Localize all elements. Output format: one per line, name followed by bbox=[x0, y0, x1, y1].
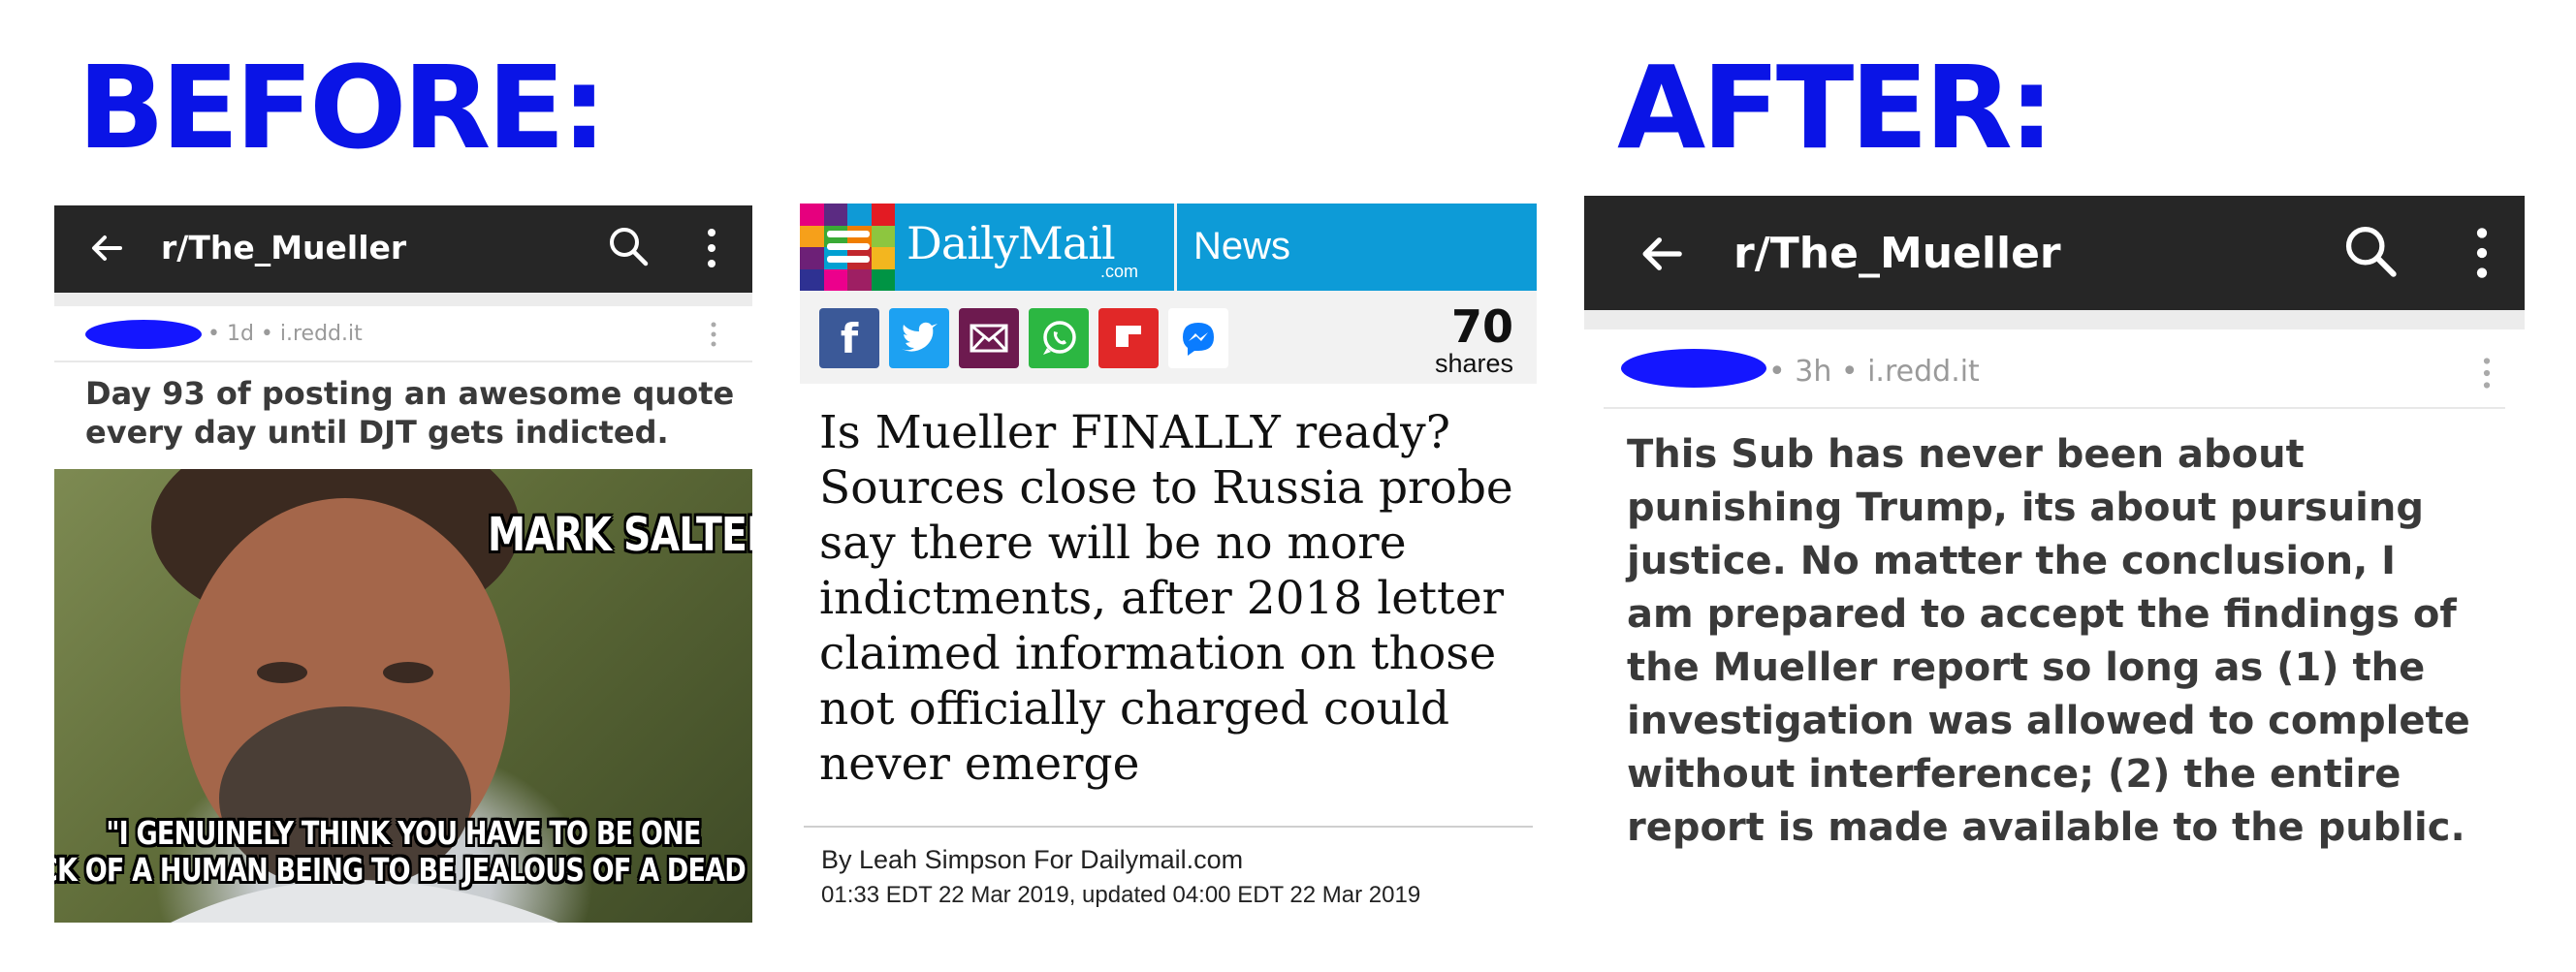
headline-line: not officially charged could bbox=[819, 682, 1450, 736]
headline-line: Sources close to Russia probe bbox=[819, 461, 1513, 515]
post-body-line: the Mueller report so long as (1) the bbox=[1627, 645, 2426, 690]
before-reddit-post: r/The_Mueller • 1d • i.redd.it Day 93 of… bbox=[54, 205, 752, 923]
dailymail-header: DailyMail .com News bbox=[800, 204, 1537, 291]
post-meta: • 1d • i.redd.it bbox=[207, 322, 363, 346]
headline-line: never emerge bbox=[819, 737, 1140, 791]
article-timestamp: 01:33 EDT 22 Mar 2019, updated 04:00 EDT… bbox=[821, 882, 1421, 908]
section-title[interactable]: News bbox=[1193, 225, 1290, 268]
hamburger-menu-icon[interactable] bbox=[827, 229, 870, 266]
meme-image[interactable]: MARK SALTER "I GENUINELY THINK YOU HAVE … bbox=[54, 469, 752, 923]
before-heading: BEFORE: bbox=[78, 41, 607, 174]
headline-line: Is Mueller FINALLY ready? bbox=[819, 406, 1450, 459]
flipboard-icon[interactable] bbox=[1098, 308, 1159, 368]
headline-line: claimed information on those bbox=[819, 627, 1497, 680]
post-body-line: without interference; (2) the entire bbox=[1627, 752, 2401, 797]
post-body-line: report is made available to the public. bbox=[1627, 805, 2465, 850]
header-divider bbox=[1174, 204, 1177, 291]
post-body-line: This Sub has never been about bbox=[1627, 432, 2305, 477]
dailymail-logo-suffix: .com bbox=[1100, 262, 1139, 281]
whatsapp-icon[interactable] bbox=[1029, 308, 1089, 368]
back-arrow-icon[interactable] bbox=[1637, 229, 1687, 279]
dailymail-article: DailyMail .com News f 70 shares Is Muell… bbox=[800, 204, 1537, 921]
share-label: shares bbox=[1434, 349, 1513, 378]
after-heading: AFTER: bbox=[1617, 41, 2054, 174]
post-body-line: punishing Trump, its about pursuing bbox=[1627, 486, 2424, 530]
redacted-username bbox=[1621, 349, 1766, 388]
meme-name-caption: MARK SALTER bbox=[488, 508, 752, 562]
dailymail-logo[interactable]: DailyMail bbox=[906, 217, 1116, 269]
redacted-username bbox=[85, 320, 202, 349]
headline-line: say there will be no more bbox=[819, 517, 1407, 570]
before-topbar: r/The_Mueller bbox=[54, 205, 752, 293]
subreddit-title[interactable]: r/The_Mueller bbox=[1733, 229, 2061, 278]
post-title-line: Day 93 of posting an awesome quote bbox=[85, 375, 735, 412]
subreddit-title[interactable]: r/The_Mueller bbox=[161, 229, 406, 267]
share-count: 70 bbox=[1450, 300, 1513, 353]
share-bar: f 70 shares bbox=[800, 291, 1537, 384]
post-meta: • 3h • i.redd.it bbox=[1768, 355, 1980, 389]
search-icon[interactable] bbox=[2342, 223, 2399, 279]
byline[interactable]: By Leah Simpson For Dailymail.com bbox=[821, 845, 1243, 875]
facebook-icon[interactable]: f bbox=[819, 308, 879, 368]
divider bbox=[1584, 310, 2525, 329]
post-body-line: investigation was allowed to complete bbox=[1627, 699, 2470, 743]
after-topbar: r/The_Mueller bbox=[1584, 196, 2525, 310]
after-reddit-post: r/The_Mueller • 3h • i.redd.it This Sub … bbox=[1584, 196, 2525, 894]
twitter-icon[interactable] bbox=[889, 308, 949, 368]
post-options-icon[interactable] bbox=[2482, 357, 2492, 390]
meme-quote-line: WRECK OF A HUMAN BEING TO BE JEALOUS OF … bbox=[54, 851, 752, 889]
post-title-line: every day until DJT gets indicted. bbox=[85, 414, 669, 451]
email-icon[interactable] bbox=[959, 308, 1019, 368]
divider bbox=[54, 361, 752, 362]
divider bbox=[54, 293, 752, 306]
post-body-line: am prepared to accept the findings of bbox=[1627, 592, 2457, 637]
meme-quote-line: "I GENUINELY THINK YOU HAVE TO BE ONE bbox=[106, 814, 701, 852]
post-body-line: justice. No matter the conclusion, I bbox=[1627, 539, 2397, 583]
overflow-menu-icon[interactable] bbox=[2473, 225, 2491, 281]
post-options-icon[interactable] bbox=[710, 322, 717, 347]
overflow-menu-icon[interactable] bbox=[705, 227, 718, 269]
messenger-icon[interactable] bbox=[1168, 308, 1228, 368]
divider bbox=[1604, 407, 2505, 409]
byline-divider bbox=[804, 826, 1533, 828]
back-arrow-icon[interactable] bbox=[87, 229, 126, 267]
search-icon[interactable] bbox=[607, 225, 650, 267]
headline-line: indictments, after 2018 letter bbox=[819, 572, 1505, 625]
